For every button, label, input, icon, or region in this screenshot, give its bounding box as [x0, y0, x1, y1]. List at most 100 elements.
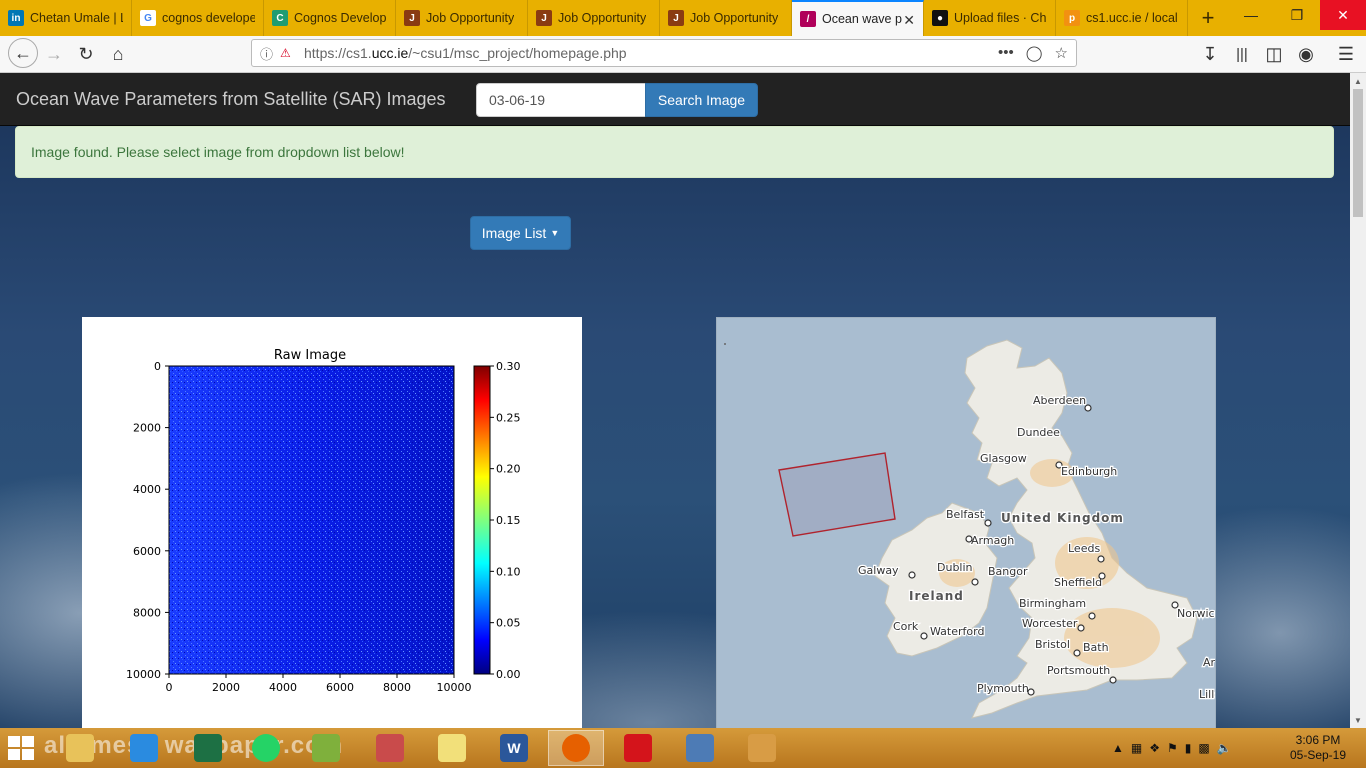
- scroll-up-icon[interactable]: ▲: [1350, 73, 1366, 89]
- raw-image-panel: Raw Image 0 2000 4000 6000 8000 10000 0 2000 40…: [82, 317, 582, 728]
- windows-media-icon: [686, 734, 714, 762]
- address-bar[interactable]: ⓘ ⚠ https://cs1.ucc.ie/~csu1/msc_project…: [251, 39, 1077, 67]
- scrollbar-thumb[interactable]: [1353, 89, 1363, 217]
- notepad-icon: [312, 734, 340, 762]
- taskbar-app-button[interactable]: [238, 730, 294, 766]
- taskbar-app-button[interactable]: [362, 730, 418, 766]
- battery-icon[interactable]: ▮: [1185, 741, 1192, 755]
- search-image-button[interactable]: Search Image: [645, 83, 758, 117]
- taskbar-app-button[interactable]: [734, 730, 790, 766]
- home-icon[interactable]: ⌂: [106, 42, 130, 66]
- alert-text: Image found. Please select image from dr…: [31, 144, 405, 160]
- city-label: Lille: [1199, 688, 1216, 701]
- taskbar-app-button[interactable]: [672, 730, 728, 766]
- close-tab-icon[interactable]: ✕: [903, 12, 915, 29]
- browser-tab[interactable]: ● Upload files · Ch: [924, 0, 1056, 36]
- date-input[interactable]: [476, 83, 646, 117]
- browser-tab[interactable]: / Ocean wave p ✕: [792, 0, 924, 36]
- city-label: Waterford: [930, 625, 984, 638]
- page-actions-icon[interactable]: •••: [998, 44, 1014, 62]
- city-label: Aberdeen: [1033, 394, 1086, 407]
- city-dot: [908, 571, 916, 579]
- y-tick-label: 6000: [133, 545, 161, 558]
- reload-icon[interactable]: ↻: [74, 42, 98, 66]
- windows-start-icon[interactable]: [8, 736, 34, 760]
- browser-tab[interactable]: J Job Opportunity: [528, 0, 660, 36]
- signal-strength-icon[interactable]: ▩: [1198, 741, 1209, 755]
- tab-title: Job Opportunity: [690, 11, 779, 25]
- sidebar-icon[interactable]: ◫: [1262, 42, 1286, 66]
- bookmark-star-icon[interactable]: ☆: [1055, 44, 1068, 62]
- taskbar-clock[interactable]: 3:06 PM 05-Sep-19: [1288, 733, 1348, 763]
- tab-title: Job Opportunity: [426, 11, 515, 25]
- taskbar-app-button[interactable]: [424, 730, 480, 766]
- new-tab-button[interactable]: +: [1188, 0, 1228, 36]
- taskbar-app-button[interactable]: [610, 730, 666, 766]
- browser-tab[interactable]: C Cognos Develop: [264, 0, 396, 36]
- close-window-icon[interactable]: ✕: [1320, 0, 1366, 30]
- city-label: Worcester: [1022, 617, 1078, 630]
- site-brand[interactable]: Ocean Wave Parameters from Satellite (SA…: [16, 89, 445, 110]
- image-list-dropdown[interactable]: Image List ▼: [470, 216, 571, 250]
- city-dot: [1073, 649, 1081, 657]
- insecure-lock-icon[interactable]: ⚠: [280, 46, 298, 60]
- city-label: Birmingham: [1019, 597, 1086, 610]
- windows-taskbar: alltimesh wallpaper.com W ▲ ▦ ❖ ⚑ ▮ ▩ 🔈 …: [0, 728, 1366, 768]
- volume-icon[interactable]: 🔈: [1217, 741, 1232, 755]
- raw-image-speckle: [169, 366, 454, 674]
- pocket-icon[interactable]: ◯: [1026, 44, 1043, 62]
- tab-title: cs1.ucc.ie / local: [1086, 11, 1178, 25]
- menu-icon[interactable]: ☰: [1334, 42, 1358, 66]
- job-icon: J: [404, 10, 420, 26]
- url-domain: ucc.ie: [371, 45, 409, 61]
- country-label: Ireland: [909, 589, 964, 603]
- browser-tab[interactable]: Gcognos develope: [132, 0, 264, 36]
- colorbar-ticks: 0.30 0.25 0.20 0.15 0.10 0.05 0.00: [490, 360, 521, 681]
- network-adapter-icon[interactable]: ▦: [1131, 741, 1142, 755]
- taskbar-app-button[interactable]: [180, 730, 236, 766]
- browser-tab[interactable]: J Job Opportunity: [660, 0, 792, 36]
- browser-tab[interactable]: in Chetan Umale | L: [0, 0, 132, 36]
- country-label: United Kingdom: [1001, 511, 1124, 525]
- dropbox-icon[interactable]: ❖: [1149, 741, 1160, 755]
- taskbar-app-button[interactable]: [548, 730, 604, 766]
- taskbar-app-button[interactable]: [298, 730, 354, 766]
- y-tick-label: 0: [154, 360, 161, 373]
- taskbar-app-button[interactable]: W: [486, 730, 542, 766]
- action-center-flag-icon[interactable]: ⚑: [1167, 741, 1178, 755]
- city-label: Edinburgh: [1061, 465, 1117, 478]
- y-tick-label: 2000: [133, 422, 161, 435]
- downloads-icon[interactable]: ↧: [1198, 42, 1222, 66]
- map-panel[interactable]: Aberdeen Dundee Glasgow Edinburgh Belfast Arm…: [716, 317, 1216, 728]
- taskbar-app-button[interactable]: [116, 730, 172, 766]
- minimize-icon[interactable]: —: [1228, 0, 1274, 30]
- caret-down-icon: ▼: [550, 228, 560, 238]
- url-text[interactable]: https://cs1.ucc.ie/~csu1/msc_project/hom…: [304, 45, 627, 61]
- account-icon[interactable]: ◉: [1294, 42, 1318, 66]
- image-list-label: Image List: [481, 225, 547, 241]
- colorbar-tick-label: 0.15: [496, 514, 521, 527]
- acrobat-icon: [624, 734, 652, 762]
- firefox-icon: [562, 734, 590, 762]
- scroll-down-icon[interactable]: ▼: [1350, 712, 1366, 728]
- tab-list: in Chetan Umale | L Gcognos develope C Cogno…: [0, 0, 1188, 36]
- uk-ireland-map[interactable]: Aberdeen Dundee Glasgow Edinburgh Belfast Arm…: [717, 318, 1216, 728]
- forward-icon[interactable]: →: [42, 42, 66, 66]
- browser-tab[interactable]: p cs1.ucc.ie / local: [1056, 0, 1188, 36]
- show-hidden-icons-icon[interactable]: ▲: [1112, 741, 1124, 755]
- word-icon: W: [500, 734, 528, 762]
- system-tray: ▲ ▦ ❖ ⚑ ▮ ▩ 🔈: [1112, 728, 1232, 768]
- x-tick-label: 0: [166, 681, 173, 694]
- back-icon[interactable]: ←: [8, 38, 38, 68]
- site-info-icon[interactable]: ⓘ: [260, 44, 280, 63]
- taskbar-app-button[interactable]: [52, 730, 108, 766]
- maximize-icon[interactable]: ❐: [1274, 0, 1320, 30]
- x-axis-ticks: 0 2000 4000 6000 8000 10000: [166, 674, 472, 694]
- tab-strip: in Chetan Umale | L Gcognos develope C Cogno…: [0, 0, 1366, 36]
- vertical-scrollbar[interactable]: ▲ ▼: [1350, 73, 1366, 728]
- linkedin-icon: in: [8, 10, 24, 26]
- github-icon: ●: [932, 10, 948, 26]
- browser-tab[interactable]: J Job Opportunity: [396, 0, 528, 36]
- y-axis-ticks: 0 2000 4000 6000 8000 10000: [126, 360, 169, 681]
- library-icon[interactable]: |||: [1230, 42, 1254, 66]
